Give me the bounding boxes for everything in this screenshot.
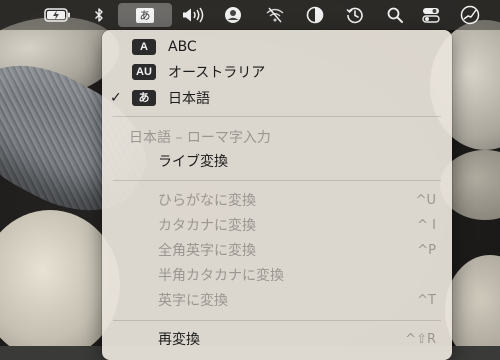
- convert-roman-item[interactable]: 英字に変換 ^T: [102, 289, 452, 311]
- user-icon[interactable]: [222, 3, 244, 27]
- input-menu: A ABC AU オーストラリア ✓ あ 日本語 日本語 – ローマ字入力 ライ…: [102, 30, 452, 360]
- menu-item-label: ひらがなに変換: [158, 193, 256, 209]
- shortcut-label: ^T: [417, 292, 436, 308]
- input-source-australian[interactable]: AU オーストラリア: [102, 61, 452, 83]
- menu-item-label: 日本語: [168, 91, 210, 107]
- checkmark-icon: ✓: [110, 90, 122, 106]
- bluetooth-icon[interactable]: [90, 3, 108, 27]
- ime-indicator: あ: [136, 7, 154, 23]
- menu-item-label: オーストラリア: [168, 65, 266, 81]
- menu-item-label: 半角カタカナに変換: [158, 268, 284, 284]
- menu-item-label: 再変換: [158, 332, 200, 348]
- time-machine-icon[interactable]: [344, 3, 366, 27]
- menu-item-label: カタカナに変換: [158, 218, 256, 234]
- au-badge-icon: AU: [132, 64, 156, 80]
- volume-icon[interactable]: [178, 3, 208, 27]
- battery-charging-icon[interactable]: [42, 3, 74, 27]
- search-icon[interactable]: [384, 3, 406, 27]
- section-header: 日本語 – ローマ字入力: [102, 126, 452, 148]
- convert-halfwidth-katakana-item[interactable]: 半角カタカナに変換: [102, 264, 452, 286]
- section-header-label: 日本語 – ローマ字入力: [129, 130, 271, 146]
- input-source-abc[interactable]: A ABC: [102, 36, 452, 58]
- menu-separator: [113, 116, 441, 117]
- shortcut-label: ^ I: [417, 217, 436, 233]
- input-source-japanese[interactable]: ✓ あ 日本語: [102, 87, 452, 109]
- shortcut-label: ^⇧R: [405, 331, 436, 347]
- convert-katakana-item[interactable]: カタカナに変換 ^ I: [102, 214, 452, 236]
- wifi-off-icon[interactable]: [264, 3, 286, 27]
- rock: [445, 255, 500, 346]
- menu-item-label: ライブ変換: [158, 154, 228, 170]
- menu-separator: [113, 180, 441, 181]
- shortcut-label: ^P: [417, 242, 436, 258]
- menu-item-label: ABC: [168, 39, 197, 55]
- menu-item-label: 英字に変換: [158, 293, 228, 309]
- live-conversion-item[interactable]: ライブ変換: [102, 150, 452, 172]
- menu-bar: あ: [0, 0, 500, 30]
- display-icon[interactable]: [304, 3, 326, 27]
- reconvert-item[interactable]: 再変換 ^⇧R: [102, 328, 452, 350]
- menu-separator: [113, 320, 441, 321]
- convert-fullwidth-roman-item[interactable]: 全角英字に変換 ^P: [102, 239, 452, 261]
- ime-icon[interactable]: あ: [118, 3, 172, 27]
- abc-badge-icon: A: [132, 39, 156, 55]
- japanese-badge-icon: あ: [132, 90, 156, 106]
- shortcut-label: ^U: [415, 192, 436, 208]
- activity-icon[interactable]: [458, 3, 482, 27]
- convert-hiragana-item[interactable]: ひらがなに変換 ^U: [102, 189, 452, 211]
- menu-item-label: 全角英字に変換: [158, 243, 256, 259]
- control-center-icon[interactable]: [420, 3, 442, 27]
